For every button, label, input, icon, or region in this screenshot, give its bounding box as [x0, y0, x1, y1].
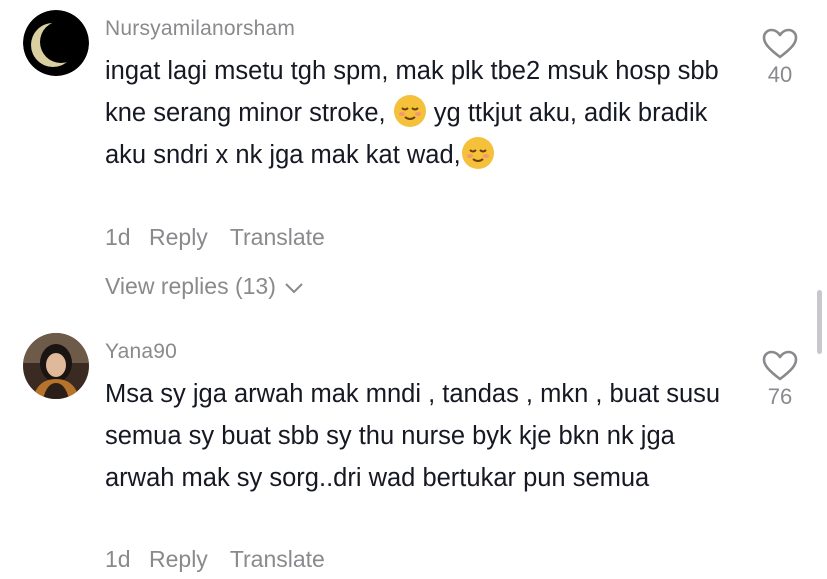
like-button[interactable]: 40: [757, 28, 803, 88]
scrollbar[interactable]: [817, 290, 822, 354]
heart-outline-icon: [757, 350, 803, 382]
like-count: 40: [767, 62, 793, 87]
like-count: 76: [767, 384, 793, 409]
avatar[interactable]: [23, 10, 89, 76]
comment-username[interactable]: Yana90: [105, 340, 177, 364]
reply-button[interactable]: Reply: [149, 546, 208, 573]
view-replies-label: View replies (13): [105, 273, 276, 299]
comment-timestamp: 1d: [105, 224, 131, 250]
avatar[interactable]: [23, 333, 89, 399]
translate-button[interactable]: Translate: [230, 546, 325, 573]
translate-button[interactable]: Translate: [230, 224, 325, 251]
comment-text: ingat lagi msetu tgh spm, mak plk tbe2 m…: [105, 57, 719, 170]
chevron-down-icon: [284, 273, 304, 300]
comment-text: Msa sy jga arwah mak mndi , tandas , mkn…: [105, 380, 721, 492]
comment-item: Nursyamilanorsham ingat lagi msetu tgh s…: [0, 0, 827, 300]
like-button[interactable]: 76: [757, 350, 803, 410]
comment-meta: 1d Reply Translate: [105, 546, 325, 573]
comment-item: Yana90 Msa sy jga arwah mak mndi , tanda…: [0, 320, 827, 579]
relieved-face-emoji-icon: [393, 94, 427, 128]
comment-meta: 1d Reply Translate: [105, 224, 325, 251]
relieved-face-emoji-icon: [461, 136, 495, 170]
comment-username[interactable]: Nursyamilanorsham: [105, 17, 295, 41]
comment-timestamp: 1d: [105, 546, 131, 572]
view-replies-button[interactable]: View replies (13): [105, 273, 304, 300]
heart-outline-icon: [757, 28, 803, 60]
reply-button[interactable]: Reply: [149, 224, 208, 251]
